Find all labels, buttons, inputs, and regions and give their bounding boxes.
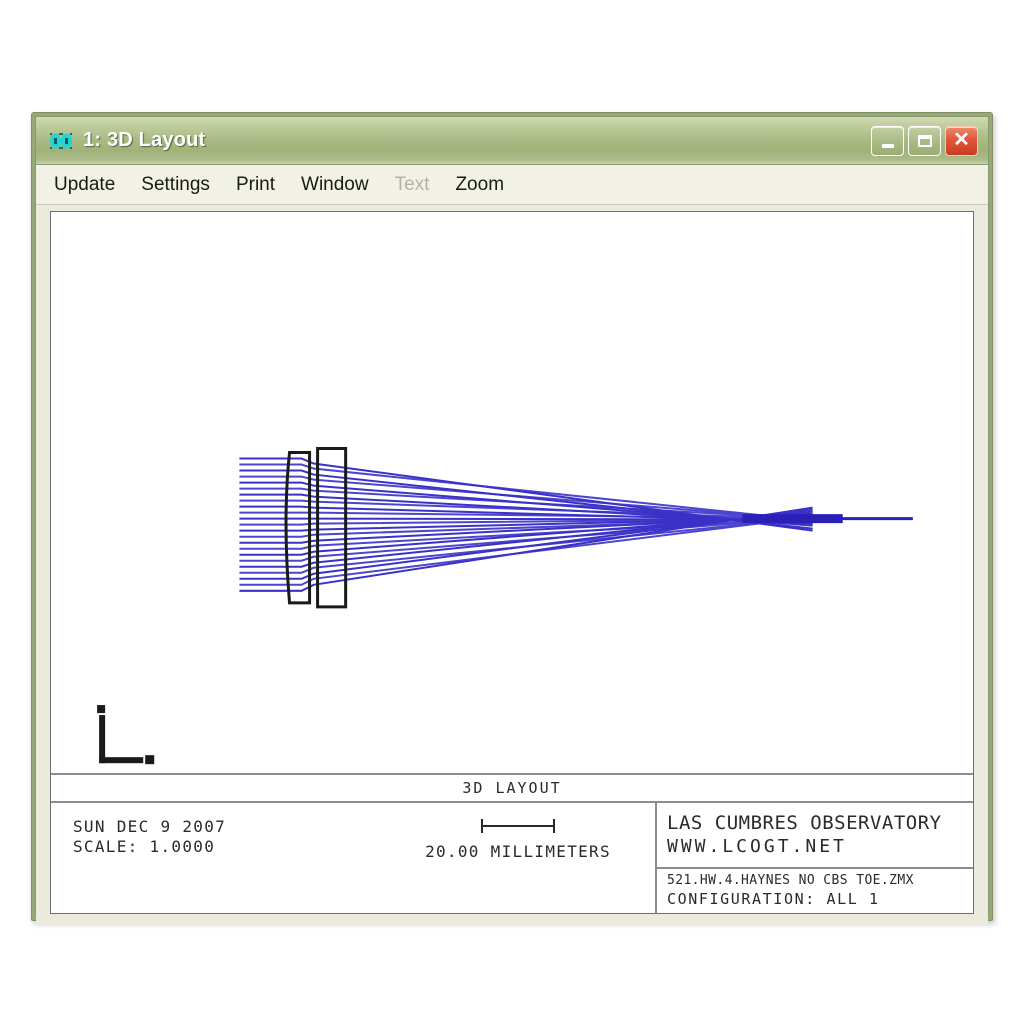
menu-item-text: Text xyxy=(394,173,430,195)
layout-canvas[interactable]: 3D LAYOUT SUN DEC 9 2007 SCALE: 1.0000 2… xyxy=(50,211,974,915)
footer-title-band: 3D LAYOUT xyxy=(51,773,973,804)
minimize-button[interactable] xyxy=(871,125,904,156)
window-inner: 1: 3D Layout ✕ Update Settings Print Win… xyxy=(35,116,989,927)
footer-body: SUN DEC 9 2007 SCALE: 1.0000 20.00 MILLI… xyxy=(51,803,973,914)
ray-trace-svg xyxy=(97,447,913,765)
window-titlebar: 1: 3D Layout ✕ xyxy=(36,117,988,165)
footer-scalebar-block: 20.00 MILLIMETERS xyxy=(381,803,655,913)
canvas-wrapper: 3D LAYOUT SUN DEC 9 2007 SCALE: 1.0000 2… xyxy=(36,205,988,927)
footer-scale: SCALE: 1.0000 xyxy=(73,837,216,857)
footer-title-label: 3D LAYOUT xyxy=(462,779,562,798)
menu-item-zoom[interactable]: Zoom xyxy=(455,174,504,196)
menu-item-update[interactable]: Update xyxy=(54,174,115,196)
zemax-window-icon xyxy=(48,128,74,154)
window-controls: ✕ xyxy=(871,125,978,156)
ray-trace-plot[interactable] xyxy=(51,212,973,773)
close-icon: ✕ xyxy=(953,128,970,151)
filename-label: 521.HW.4.HAYNES NO CBS TOE.ZMX xyxy=(667,873,914,889)
organization-website: WWW.LCOGT.NET xyxy=(667,836,847,858)
minimize-icon xyxy=(881,143,894,148)
configuration-label: CONFIGURATION: ALL 1 xyxy=(667,890,880,909)
screenshot-root: 1: 3D Layout ✕ Update Settings Print Win… xyxy=(0,0,1024,1024)
close-button[interactable]: ✕ xyxy=(945,125,978,156)
menu-item-settings[interactable]: Settings xyxy=(141,174,210,196)
maximize-button[interactable] xyxy=(908,125,941,156)
menubar: Update Settings Print Window Text Zoom xyxy=(36,165,988,205)
menu-item-window[interactable]: Window xyxy=(301,174,369,196)
scalebar-label: 20.00 MILLIMETERS xyxy=(425,842,611,862)
organization-block: LAS CUMBRES OBSERVATORY WWW.LCOGT.NET xyxy=(657,803,973,867)
scale-bar-icon xyxy=(481,819,555,834)
file-info-block: 521.HW.4.HAYNES NO CBS TOE.ZMX CONFIGURA… xyxy=(657,867,973,913)
organization-name: LAS CUMBRES OBSERVATORY xyxy=(667,812,942,835)
yz-axis-indicator xyxy=(97,705,155,765)
footer-left-block: SUN DEC 9 2007 SCALE: 1.0000 xyxy=(51,803,381,913)
footer-date: SUN DEC 9 2007 xyxy=(73,817,227,837)
maximize-icon xyxy=(917,134,932,147)
window-title: 1: 3D Layout xyxy=(83,129,206,151)
lens-element-1 xyxy=(284,451,312,605)
menu-item-print[interactable]: Print xyxy=(236,174,275,196)
footer-right-block: LAS CUMBRES OBSERVATORY WWW.LCOGT.NET 52… xyxy=(655,803,973,914)
zemax-3d-layout-window: 1: 3D Layout ✕ Update Settings Print Win… xyxy=(31,112,993,927)
